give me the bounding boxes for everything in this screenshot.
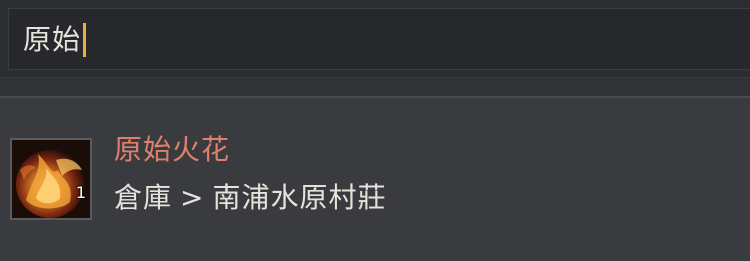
item-location: 倉庫 > 南浦水原村莊 <box>114 180 387 216</box>
text-caret <box>83 23 87 57</box>
search-input[interactable]: 原始 <box>8 8 750 70</box>
location-parent: 倉庫 <box>114 181 173 214</box>
result-item[interactable]: 1 原始火花 倉庫 > 南浦水原村莊 <box>0 128 750 232</box>
item-name: 原始火花 <box>114 133 231 166</box>
fire-spark-icon: 1 <box>10 138 92 220</box>
location-child: 南浦水原村莊 <box>212 181 387 214</box>
search-value: 原始 <box>23 23 82 56</box>
location-separator: > <box>180 181 205 214</box>
search-bar: 原始 <box>0 0 750 78</box>
search-text: 原始 <box>23 23 87 57</box>
separator-band <box>0 78 750 96</box>
search-results: 1 原始火花 倉庫 > 南浦水原村莊 <box>0 96 750 261</box>
item-quantity: 1 <box>75 183 86 202</box>
